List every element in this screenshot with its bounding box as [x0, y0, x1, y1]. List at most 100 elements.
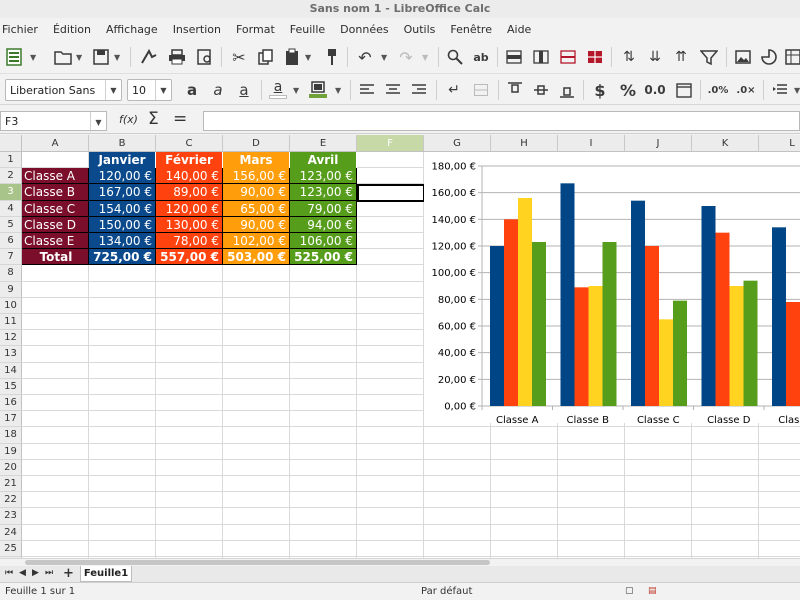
export-pdf-icon[interactable]: [138, 46, 160, 68]
value-cell[interactable]: 156,00 €: [223, 168, 290, 185]
add-sheet-icon[interactable]: +: [63, 566, 74, 581]
name-box-input[interactable]: [1, 112, 89, 130]
scrollbar-thumb[interactable]: [25, 560, 490, 565]
previous-sheet-icon[interactable]: ◀: [19, 568, 26, 578]
sum-button[interactable]: Σ: [148, 109, 159, 129]
undo-dropdown-icon[interactable]: ▼: [381, 53, 387, 62]
print-preview-icon[interactable]: [194, 46, 216, 68]
row-label-cell[interactable]: Classe B: [22, 184, 89, 201]
italic-icon[interactable]: a: [207, 79, 229, 101]
last-sheet-icon[interactable]: ⏭: [45, 568, 53, 578]
value-cell[interactable]: 102,00 €: [223, 233, 290, 250]
row-header-6[interactable]: 6: [0, 233, 22, 250]
row-header-16[interactable]: 16: [0, 395, 22, 412]
align-right-icon[interactable]: [408, 79, 430, 101]
new-dropdown-icon[interactable]: ▼: [30, 53, 36, 62]
print-icon[interactable]: [166, 46, 188, 68]
column-header-d[interactable]: D: [223, 135, 290, 152]
row-header-7[interactable]: 7: [0, 249, 22, 266]
formula-button[interactable]: =: [173, 109, 187, 129]
value-cell[interactable]: 123,00 €: [290, 168, 357, 185]
insert-chart-icon[interactable]: [758, 46, 780, 68]
pivot-table-icon[interactable]: [782, 46, 800, 68]
menu-insertion[interactable]: Insertion: [173, 23, 221, 36]
column-header-f[interactable]: F: [357, 135, 424, 152]
row-header-23[interactable]: 23: [0, 508, 22, 525]
select-all-corner[interactable]: [0, 135, 22, 152]
spreadsheet-grid[interactable]: ABCDEFGHIJKL 1 2 3 4 5 6 7 8 9 10 11 12 13 14 15 16 17 18…: [0, 135, 800, 558]
row-header-11[interactable]: 11: [0, 314, 22, 331]
copy-icon[interactable]: [255, 46, 277, 68]
column-header-g[interactable]: G: [424, 135, 491, 152]
value-cell[interactable]: 94,00 €: [290, 216, 357, 233]
number-format-icon[interactable]: 0.0: [644, 79, 666, 101]
column-header-l[interactable]: L: [759, 135, 800, 152]
background-color-dropdown-icon[interactable]: ▼: [335, 86, 341, 95]
bold-icon[interactable]: a: [181, 79, 203, 101]
delete-decimal-icon[interactable]: .0×: [735, 79, 757, 101]
header-cell-mars[interactable]: Mars: [223, 152, 290, 169]
font-color-dropdown-icon[interactable]: ▼: [293, 86, 299, 95]
menu-fichier[interactable]: Fichier: [2, 23, 38, 36]
total-value-cell[interactable]: 503,00 €: [223, 249, 290, 266]
value-cell[interactable]: 120,00 €: [89, 168, 156, 185]
autofilter-icon[interactable]: [698, 46, 720, 68]
row-header-21[interactable]: 21: [0, 476, 22, 493]
value-cell[interactable]: 120,00 €: [156, 200, 223, 217]
row-header-1[interactable]: 1: [0, 152, 22, 169]
sort-ascending-icon[interactable]: ⇈: [670, 46, 692, 68]
value-cell[interactable]: 130,00 €: [156, 216, 223, 233]
row-header-3[interactable]: 3: [0, 184, 22, 201]
row-header-15[interactable]: 15: [0, 378, 22, 395]
insert-image-icon[interactable]: [732, 46, 754, 68]
row-label-cell[interactable]: Classe D: [22, 216, 89, 233]
menu-feuille[interactable]: Feuille: [290, 23, 325, 36]
background-color-icon[interactable]: [307, 78, 329, 100]
insert-row-icon[interactable]: [557, 46, 579, 68]
wrap-text-icon[interactable]: ↵: [443, 79, 465, 101]
name-box-dropdown-icon[interactable]: ▼: [90, 112, 106, 132]
menu-format[interactable]: Format: [236, 23, 275, 36]
center-vertically-icon[interactable]: [530, 79, 552, 101]
formula-input[interactable]: [204, 112, 799, 130]
column-header-a[interactable]: A: [22, 135, 89, 152]
sort-icon[interactable]: ⇅: [618, 46, 640, 68]
column-header-h[interactable]: H: [491, 135, 558, 152]
menu-aide[interactable]: Aide: [507, 23, 531, 36]
font-name-dropdown-icon[interactable]: ▼: [105, 80, 121, 100]
row-label-cell[interactable]: Classe C: [22, 200, 89, 217]
menu-fenetre[interactable]: Fenêtre: [450, 23, 492, 36]
row-header-25[interactable]: 25: [0, 540, 22, 557]
add-decimal-icon[interactable]: .0%: [707, 79, 729, 101]
value-cell[interactable]: 167,00 €: [89, 184, 156, 201]
spelling-icon[interactable]: ab: [470, 46, 492, 68]
align-top-icon[interactable]: [504, 79, 526, 101]
total-value-cell[interactable]: 725,00 €: [89, 249, 156, 266]
value-cell[interactable]: 154,00 €: [89, 200, 156, 217]
open-folder-icon[interactable]: [52, 46, 74, 68]
column-header-e[interactable]: E: [290, 135, 357, 152]
save-icon[interactable]: [90, 46, 112, 68]
row-header-2[interactable]: 2: [0, 168, 22, 185]
percent-format-icon[interactable]: %: [617, 79, 639, 101]
row-header-12[interactable]: 12: [0, 330, 22, 347]
merge-cells-icon[interactable]: [470, 79, 492, 101]
save-dropdown-icon[interactable]: ▼: [114, 53, 120, 62]
value-cell[interactable]: 90,00 €: [223, 184, 290, 201]
row-header-19[interactable]: 19: [0, 443, 22, 460]
value-cell[interactable]: 134,00 €: [89, 233, 156, 250]
menu-donnees[interactable]: Données: [340, 23, 388, 36]
value-cell[interactable]: 79,00 €: [290, 200, 357, 217]
function-wizard-button[interactable]: f(x): [119, 113, 138, 126]
underline-icon[interactable]: a: [233, 79, 255, 101]
font-size-dropdown-icon[interactable]: ▼: [155, 80, 171, 100]
row-header-22[interactable]: 22: [0, 492, 22, 509]
column-header-c[interactable]: C: [156, 135, 223, 152]
align-center-icon[interactable]: [382, 79, 404, 101]
value-cell[interactable]: 78,00 €: [156, 233, 223, 250]
delete-row-icon[interactable]: [584, 46, 606, 68]
sheet-tab-feuille1[interactable]: Feuille1: [80, 566, 132, 582]
align-left-icon[interactable]: [356, 79, 378, 101]
row-header-10[interactable]: 10: [0, 297, 22, 314]
paste-dropdown-icon[interactable]: ▼: [305, 53, 311, 62]
